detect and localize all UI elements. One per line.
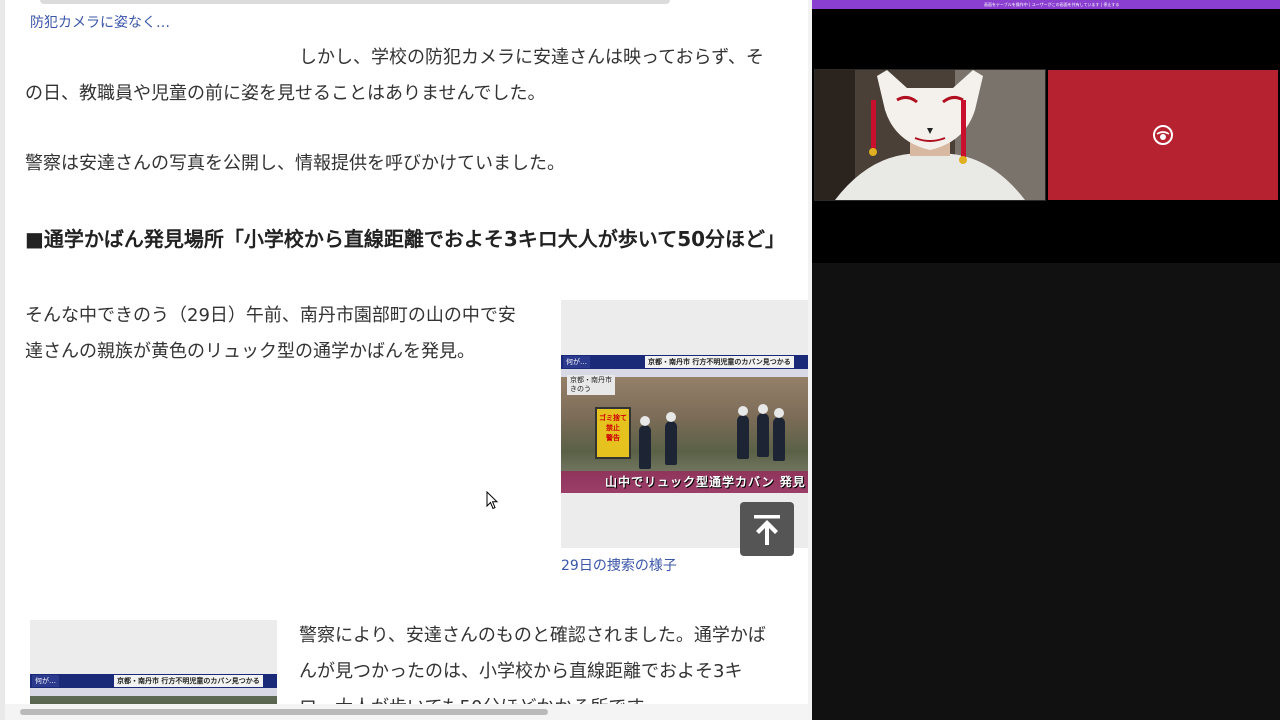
scroll-to-top-button[interactable] — [740, 502, 794, 556]
officer-figure — [737, 406, 749, 459]
figure-caption[interactable]: 29日の捜索の様子 — [561, 557, 677, 575]
screen-share-banner-text: 画面をテーブルを操作中 | ユーザーがこの画面を共有しています | 停止する — [984, 2, 1120, 7]
paragraph-4-line-1: 警察により、安達さんのものと確認されました。通学かば — [299, 625, 766, 646]
section-heading: ■通学かばん発見場所「小学校から直線距離でおよそ3キロ大人が歩いて50分ほど」 — [25, 227, 786, 251]
paragraph-1-line-1: しかし、学校の防犯カメラに安達さんは映っておらず、そ — [299, 47, 764, 68]
ticker-subbar-2 — [30, 688, 277, 696]
fox-mask-participant — [815, 70, 1045, 200]
location-tag: 京都・南丹市 きのう — [567, 375, 615, 395]
participant-camera-tile[interactable] — [814, 69, 1046, 201]
ticker-headline: 京都・南丹市 行方不明児童のカバン見つかる — [645, 356, 794, 368]
paragraph-1-line-2: の日、教職員や児童の前に姿を見せることはありませんでした。 — [25, 83, 546, 104]
officer-figure — [639, 416, 651, 469]
warning-sign: ゴミ捨て禁止 警告 — [595, 407, 631, 459]
news-ticker-bar: 何が… 京都・南丹市 行方不明児童のカバン見つかる — [561, 355, 808, 369]
ticker-tag-2: 何が… — [32, 675, 59, 687]
officer-figure — [773, 408, 785, 461]
paragraph-4-line-2: んが見つかったのは、小学校から直線距離でおよそ3キ — [299, 661, 743, 682]
call-panel: 画面をテーブルを操作中 | ユーザーがこの画面を共有しています | 停止する — [812, 0, 1280, 720]
arrow-up-icon — [754, 515, 780, 545]
article-panel: 防犯カメラに姿なく… しかし、学校の防犯カメラに安達さんは映っておらず、そ の日… — [0, 0, 812, 720]
photo-overlay-caption: 山中でリュック型通学カバン 発見 — [605, 475, 806, 489]
horizontal-scrollbar[interactable] — [5, 704, 808, 720]
scrollbar-thumb[interactable] — [20, 709, 548, 715]
officer-figure — [757, 404, 769, 457]
warning-sign-text: ゴミ捨て禁止 警告 — [599, 414, 627, 442]
news-photo[interactable]: 何が… 京都・南丹市 行方不明児童のカバン見つかる 京都・南丹市 きのう ゴミ捨… — [561, 355, 808, 493]
paragraph-3: そんな中できのう（29日）午前、南丹市園部町の山の中で安達さんの親族が黄色のリュ… — [25, 305, 516, 362]
window-edge — [0, 0, 5, 720]
participant-muted-tile[interactable] — [1048, 70, 1278, 200]
avatar-icon — [1153, 125, 1173, 145]
ticker-headline-2: 京都・南丹市 行方不明児童のカバン見つかる — [114, 675, 263, 687]
photo-caption-band: 山中でリュック型通学カバン 発見 — [561, 471, 808, 493]
screen-share-banner[interactable]: 画面をテーブルを操作中 | ユーザーがこの画面を共有しています | 停止する — [812, 0, 1280, 9]
paragraph-2: 警察は安達さんの写真を公開し、情報提供を呼びかけていました。 — [25, 153, 565, 174]
officer-figure — [665, 412, 677, 465]
news-ticker-bar-2: 何が… 京都・南丹市 行方不明児童のカバン見つかる — [30, 674, 277, 688]
ticker-tag: 何が… — [563, 356, 590, 368]
mouse-cursor-icon — [486, 491, 499, 510]
image-caption-link[interactable]: 防犯カメラに姿なく… — [30, 14, 170, 32]
address-bar-edge — [40, 0, 670, 4]
